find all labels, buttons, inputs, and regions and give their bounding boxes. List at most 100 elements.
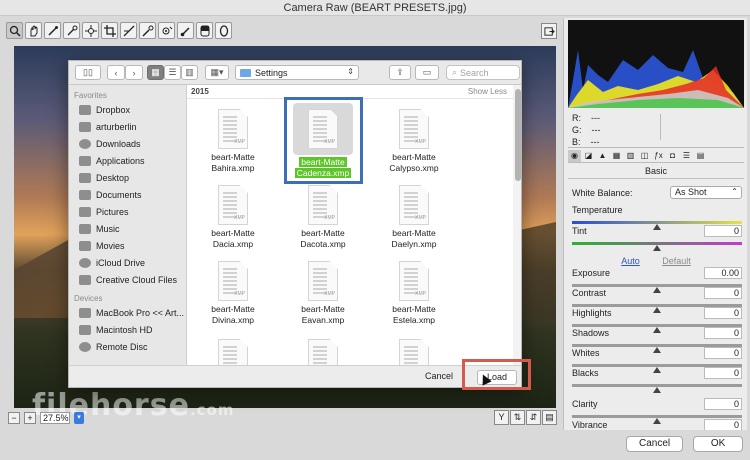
file-item[interactable]: XMP beart-Matte Divina.xmp [197, 261, 269, 326]
default-link[interactable]: Default [662, 256, 691, 266]
cancel-button[interactable]: Cancel [626, 436, 684, 452]
xmp-file-icon: XMP [218, 109, 248, 149]
forward-icon[interactable]: › [125, 65, 143, 80]
file-item[interactable]: XMP beart-Matte Dacota.xmp [287, 185, 359, 250]
basic-icon[interactable]: ◉ [568, 150, 581, 162]
file-item[interactable]: XMP beart-Matte Estela.xmp [378, 261, 450, 326]
zoom-out-button[interactable]: − [8, 412, 20, 424]
arrange-icon[interactable]: ▦▾ [205, 65, 229, 80]
zoom-level-field[interactable]: 27.5% [40, 412, 70, 424]
split-toning-icon[interactable]: ▥ [624, 150, 637, 162]
column-view-icon[interactable]: ▥ [181, 65, 198, 80]
search-input[interactable]: ⌕ Search [446, 65, 520, 80]
auto-link[interactable]: Auto [621, 256, 640, 266]
slider-value-field[interactable]: 0 [704, 398, 742, 410]
sidebar-item-music[interactable]: Music [69, 220, 186, 237]
fx-icon[interactable]: ƒx [652, 150, 665, 162]
sidebar-item-dropbox[interactable]: Dropbox [69, 101, 186, 118]
camera-calibration-icon[interactable]: ◘ [666, 150, 679, 162]
targeted-adjustment-tool-icon[interactable] [82, 22, 99, 39]
white-balance-select[interactable]: As Shot [670, 186, 742, 199]
copy-settings-icon[interactable]: ⇵ [526, 410, 541, 425]
zoom-dropdown-icon[interactable]: ▾ [74, 412, 84, 424]
sidebar-item-downloads[interactable]: Downloads [69, 135, 186, 152]
adjustment-brush-tool-icon[interactable] [177, 22, 194, 39]
swap-settings-icon[interactable]: ⇅ [510, 410, 525, 425]
slider-value-field[interactable]: 0 [704, 225, 742, 237]
slider-value-field[interactable]: 0.00 [704, 267, 742, 279]
hand-tool-icon[interactable] [25, 22, 42, 39]
open-preferences-icon[interactable] [541, 23, 557, 39]
sidebar-item-pictures[interactable]: Pictures [69, 203, 186, 220]
file-item-partial[interactable] [378, 339, 450, 365]
file-name: beart-Matte Calypso.xmp [378, 152, 450, 174]
file-item[interactable]: XMP beart-Matte Bahira.xmp [197, 109, 269, 174]
ok-button[interactable]: OK [693, 436, 744, 452]
xmp-file-icon [399, 339, 429, 365]
graduated-filter-tool-icon[interactable] [196, 22, 213, 39]
slider-shadows: Shadows 0 [572, 327, 742, 353]
path-select[interactable]: Settings ⇕ [235, 65, 359, 80]
sidebar-item-label: Applications [96, 155, 145, 166]
file-item[interactable]: XMP beart-Matte Calypso.xmp [378, 109, 450, 174]
file-name-line: beart-Matte [392, 228, 436, 238]
crop-tool-icon[interactable] [101, 22, 118, 39]
red-eye-tool-icon[interactable] [158, 22, 175, 39]
zoom-in-button[interactable]: + [24, 412, 36, 424]
file-item-partial[interactable] [287, 339, 359, 365]
list-view-icon[interactable]: ☰ [164, 65, 181, 80]
radial-filter-tool-icon[interactable] [215, 22, 232, 39]
white-balance-tool-icon[interactable] [44, 22, 61, 39]
slider-thumb[interactable] [653, 245, 661, 251]
slider-value-field[interactable]: 0 [704, 367, 742, 379]
presets-icon[interactable]: ☰ [680, 150, 693, 162]
lens-corrections-icon[interactable]: ◫ [638, 150, 651, 162]
toggle-settings-icon[interactable]: ▤ [542, 410, 557, 425]
sidebar-toggle-icon[interactable]: ▯▯ [75, 65, 101, 80]
window-title: Camera Raw (BEART PRESETS.jpg) [0, 0, 750, 16]
file-grid-scrollbar[interactable] [513, 85, 521, 365]
sidebar-item-icloud-drive[interactable]: iCloud Drive [69, 254, 186, 271]
sidebar-item-documents[interactable]: Documents [69, 186, 186, 203]
snapshots-icon[interactable]: ▤ [694, 150, 707, 162]
color-sampler-tool-icon[interactable] [63, 22, 80, 39]
dialog-cancel-button[interactable]: Cancel [425, 371, 453, 381]
slider-value-field[interactable]: 0 [704, 307, 742, 319]
slider-value-field[interactable]: 0 [704, 419, 742, 430]
slider-thumb[interactable] [653, 387, 661, 393]
sidebar-item-applications[interactable]: Applications [69, 152, 186, 169]
slider-value-field[interactable]: 0 [704, 287, 742, 299]
detail-icon[interactable]: ▲ [596, 150, 609, 162]
sidebar-item-macintosh-hd[interactable]: Macintosh HD [69, 321, 186, 338]
slider-value-field[interactable]: 0 [704, 327, 742, 339]
sidebar-item-movies[interactable]: Movies [69, 237, 186, 254]
slider-value-field[interactable]: 0 [704, 347, 742, 359]
file-name: beart-Matte Estela.xmp [378, 304, 450, 326]
file-name-line: beart-Matte [211, 152, 255, 162]
tone-curve-icon[interactable]: ◪ [582, 150, 595, 162]
file-name: beart-Matte Daelyn.xmp [378, 228, 450, 250]
icon-view-icon[interactable]: ▦ [147, 65, 164, 80]
file-item[interactable]: XMP beart-Matte Daelyn.xmp [378, 185, 450, 250]
scrollbar-knob[interactable] [515, 89, 521, 181]
straighten-tool-icon[interactable] [120, 22, 137, 39]
file-item[interactable]: XMP beart-Matte Dacia.xmp [197, 185, 269, 250]
file-item-partial[interactable] [197, 339, 269, 365]
basic-section-title: Basic [644, 166, 667, 176]
sidebar-item-creative-cloud[interactable]: Creative Cloud Files [69, 271, 186, 288]
sidebar-item-home[interactable]: arturberlin [69, 118, 186, 135]
sidebar-item-desktop[interactable]: Desktop [69, 169, 186, 186]
spot-removal-tool-icon[interactable] [139, 22, 156, 39]
file-type-label: XMP [415, 215, 426, 221]
tag-icon[interactable]: ▭ [415, 65, 439, 80]
back-icon[interactable]: ‹ [107, 65, 125, 80]
before-after-icon[interactable]: Y [494, 410, 509, 425]
zoom-tool-icon[interactable] [6, 22, 23, 39]
white-balance-label: White Balance: [572, 187, 633, 198]
show-less-link[interactable]: Show Less [468, 85, 507, 99]
file-item[interactable]: XMP beart-Matte Eavan.xmp [287, 261, 359, 326]
hsl-icon[interactable]: ▦ [610, 150, 623, 162]
sidebar-item-macbook[interactable]: MacBook Pro << Art... [69, 304, 186, 321]
share-icon[interactable]: ⇪ [389, 65, 411, 80]
sidebar-item-remote-disc[interactable]: Remote Disc [69, 338, 186, 355]
